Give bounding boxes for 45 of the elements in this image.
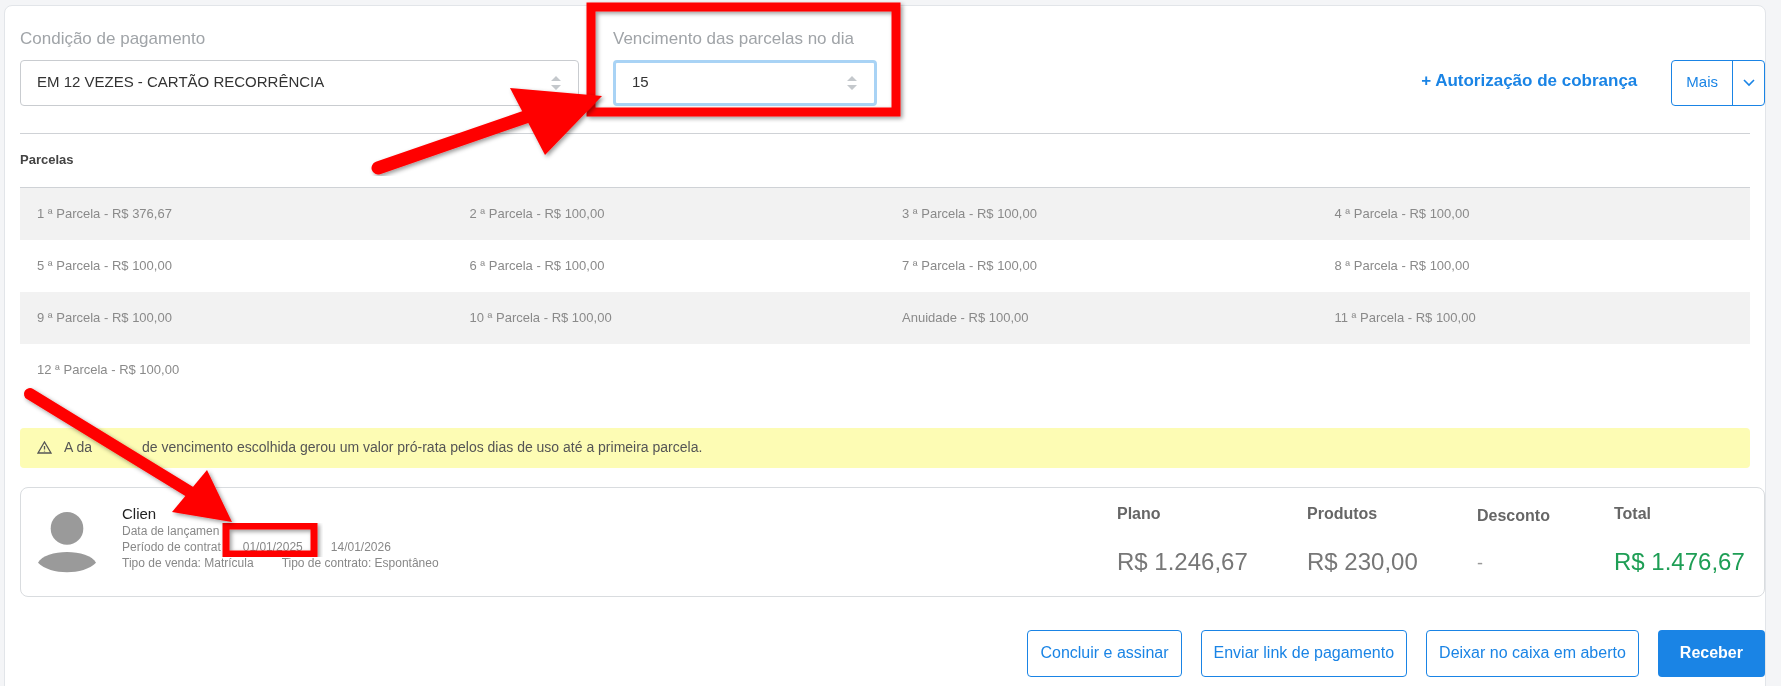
client-detail: Data de lançamen bbox=[122, 522, 220, 539]
installment-text: 8 ª Parcela - R$ 100,00 bbox=[1334, 256, 1470, 275]
client-detail: Período de contrat bbox=[122, 538, 221, 555]
action-button[interactable]: Deixar no caixa em aberto bbox=[1426, 629, 1639, 677]
billing-authorization-link[interactable]: + Autorização de cobrança bbox=[1421, 68, 1638, 94]
sort-arrows-icon bbox=[846, 74, 858, 91]
installment-text: 11 ª Parcela - R$ 100,00 bbox=[1334, 308, 1476, 327]
total-value: R$ 1.246,67 bbox=[1117, 546, 1249, 577]
action-button[interactable]: Concluir e assinar bbox=[1027, 629, 1182, 677]
client-detail: Tipo de venda: Matrícula bbox=[122, 554, 254, 571]
installment-text: 3 ª Parcela - R$ 100,00 bbox=[902, 204, 1037, 223]
section-title: Parcelas bbox=[20, 151, 74, 170]
select-field[interactable]: 15 bbox=[613, 59, 877, 106]
field-label: Condição de pagamento bbox=[20, 28, 207, 50]
installment-text: 2 ª Parcela - R$ 100,00 bbox=[469, 204, 605, 223]
warning-text: de vencimento escolhida gerou um valor pró-rata pelos dias de uso até a primeira parcela. bbox=[142, 438, 703, 457]
total-value: - bbox=[1477, 551, 1484, 575]
installment-text: 9 ª Parcela - R$ 100,00 bbox=[37, 308, 172, 327]
client-detail: 14/01/2026 bbox=[330, 538, 391, 555]
chevron-down-icon bbox=[1742, 78, 1755, 87]
installment-text: 6 ª Parcela - R$ 100,00 bbox=[469, 256, 605, 275]
action-button[interactable]: Enviar link de pagamento bbox=[1200, 629, 1408, 677]
installment-text: 12 ª Parcela - R$ 100,00 bbox=[37, 360, 180, 379]
installment-text: Anuidade - R$ 100,00 bbox=[902, 308, 1029, 327]
installment-text: 10 ª Parcela - R$ 100,00 bbox=[469, 308, 612, 327]
select-field[interactable]: EM 12 VEZES - CARTÃO RECORRÊNCIA bbox=[20, 59, 579, 106]
total-label: Desconto bbox=[1477, 505, 1551, 526]
sort-arrows-icon bbox=[550, 74, 562, 91]
client-name: Clien bbox=[122, 504, 158, 523]
client-detail: 01/01/2025 bbox=[242, 538, 303, 555]
total-value: R$ 1.476,67 bbox=[1614, 546, 1746, 577]
avatar-icon bbox=[38, 510, 96, 573]
warning-icon bbox=[37, 441, 52, 454]
client-detail: Tipo de contrato: Espontâneo bbox=[281, 554, 439, 571]
total-label: Produtos bbox=[1307, 503, 1379, 524]
field-label: Vencimento das parcelas no dia bbox=[613, 28, 855, 50]
action-button[interactable]: Receber bbox=[1657, 629, 1765, 677]
installment-text: 1 ª Parcela - R$ 376,67 bbox=[37, 204, 172, 223]
installment-text: 7 ª Parcela - R$ 100,00 bbox=[902, 256, 1037, 275]
total-label: Total bbox=[1614, 503, 1653, 524]
warning-text: A da bbox=[64, 438, 93, 457]
total-value: R$ 230,00 bbox=[1307, 546, 1419, 577]
installment-text: 4 ª Parcela - R$ 100,00 bbox=[1334, 204, 1470, 223]
total-label: Plano bbox=[1117, 503, 1162, 524]
installment-text: 5 ª Parcela - R$ 100,00 bbox=[37, 256, 172, 275]
